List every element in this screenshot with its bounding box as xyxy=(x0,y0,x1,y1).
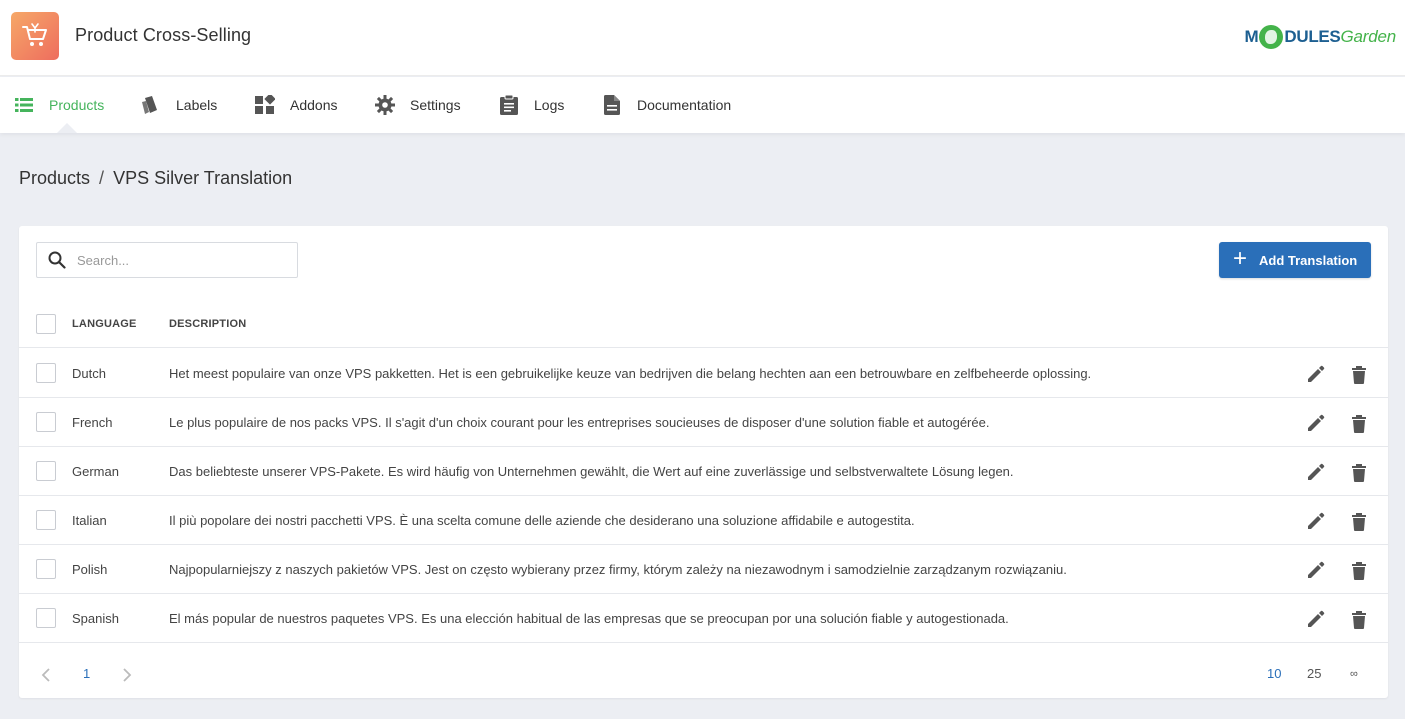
translations-card: + Add Translation LANGUAGE DESCRIPTION D… xyxy=(19,226,1388,698)
edit-icon[interactable] xyxy=(1305,363,1327,385)
tags-icon xyxy=(140,94,162,116)
breadcrumb-current: VPS Silver Translation xyxy=(113,168,293,188)
page-size-10[interactable]: 10 xyxy=(1267,666,1281,681)
row-description: Het meest populaire van onze VPS pakkett… xyxy=(169,366,1092,381)
row-checkbox[interactable] xyxy=(36,559,56,579)
list-icon xyxy=(13,94,35,116)
row-language: Dutch xyxy=(72,366,106,381)
chevron-left-icon[interactable] xyxy=(41,668,51,685)
top-bar: Product Cross-Selling M DULES Garden xyxy=(0,0,1405,76)
row-language: Polish xyxy=(72,562,108,577)
row-checkbox[interactable] xyxy=(36,608,56,628)
trash-icon[interactable] xyxy=(1348,559,1370,581)
select-all-checkbox[interactable] xyxy=(36,314,56,334)
trash-icon[interactable] xyxy=(1348,412,1370,434)
nav-item-logs[interactable]: Logs xyxy=(498,77,564,133)
edit-icon[interactable] xyxy=(1305,559,1327,581)
row-checkbox[interactable] xyxy=(36,363,56,383)
table-row: Italian Il più popolare dei nostri pacch… xyxy=(19,496,1388,545)
nav-label-addons: Addons xyxy=(290,97,338,113)
main-nav: Products Labels Addons Settings Logs Doc… xyxy=(0,77,1405,133)
trash-icon[interactable] xyxy=(1348,608,1370,630)
nav-item-addons[interactable]: Addons xyxy=(254,77,337,133)
edit-icon[interactable] xyxy=(1305,412,1327,434)
search-input[interactable] xyxy=(77,252,277,268)
table-row: German Das beliebteste unserer VPS-Paket… xyxy=(19,447,1388,496)
nav-item-labels[interactable]: Labels xyxy=(140,77,217,133)
breadcrumb-parent[interactable]: Products xyxy=(19,168,90,189)
edit-icon[interactable] xyxy=(1305,608,1327,630)
column-header-description[interactable]: DESCRIPTION xyxy=(169,318,246,330)
row-language: Spanish xyxy=(72,611,119,626)
cart-logo-icon xyxy=(11,12,59,60)
table-row: French Le plus populaire de nos packs VP… xyxy=(19,398,1388,447)
nav-label-labels: Labels xyxy=(176,97,218,113)
add-translation-label: Add Translation xyxy=(1259,252,1358,268)
row-description: El más popular de nuestros paquetes VPS.… xyxy=(169,611,1009,626)
table-footer: 1 10 25 ∞ xyxy=(19,654,1388,698)
nav-label-logs: Logs xyxy=(534,97,565,113)
chevron-right-icon[interactable] xyxy=(122,668,132,685)
row-language: German xyxy=(72,464,119,479)
active-tab-indicator xyxy=(57,123,77,133)
modulesgarden-logo: M DULES Garden xyxy=(1244,22,1396,52)
nav-label-products: Products xyxy=(49,97,105,113)
column-header-language[interactable]: LANGUAGE xyxy=(72,318,137,330)
app-title: Product Cross-Selling xyxy=(75,25,252,45)
globe-icon xyxy=(1259,25,1284,49)
row-description: Najpopularniejszy z naszych pakietów VPS… xyxy=(169,562,1067,577)
search-box[interactable] xyxy=(36,242,298,278)
edit-icon[interactable] xyxy=(1305,461,1327,483)
nav-item-documentation[interactable]: Documentation xyxy=(601,77,731,133)
edit-icon[interactable] xyxy=(1305,510,1327,532)
search-icon xyxy=(37,242,77,278)
table-header: LANGUAGE DESCRIPTION xyxy=(19,304,1388,348)
row-description: Il più popolare dei nostri pacchetti VPS… xyxy=(169,513,915,528)
trash-icon[interactable] xyxy=(1348,510,1370,532)
trash-icon[interactable] xyxy=(1348,363,1370,385)
row-description: Le plus populaire de nos packs VPS. Il s… xyxy=(169,415,990,430)
table-row: Spanish El más popular de nuestros paque… xyxy=(19,594,1388,643)
row-language: Italian xyxy=(72,513,107,528)
trash-icon[interactable] xyxy=(1348,461,1370,483)
table-row: Dutch Het meest populaire van onze VPS p… xyxy=(19,349,1388,398)
gear-icon xyxy=(374,94,396,116)
clipboard-icon xyxy=(498,94,520,116)
breadcrumb-separator: / xyxy=(99,168,105,188)
row-checkbox[interactable] xyxy=(36,412,56,432)
document-icon xyxy=(601,94,623,116)
row-description: Das beliebteste unserer VPS-Pakete. Es w… xyxy=(169,464,1014,479)
row-checkbox[interactable] xyxy=(36,510,56,530)
nav-label-documentation: Documentation xyxy=(637,97,732,113)
row-language: French xyxy=(72,415,113,430)
plus-icon: + xyxy=(1233,245,1248,272)
page-size-all[interactable]: ∞ xyxy=(1350,668,1358,680)
nav-label-settings: Settings xyxy=(410,97,461,113)
nav-item-settings[interactable]: Settings xyxy=(374,77,461,133)
breadcrumb: Products / VPS Silver Translation xyxy=(19,168,292,189)
add-translation-button[interactable]: + Add Translation xyxy=(1219,242,1371,278)
widgets-icon xyxy=(254,94,276,116)
page-number-current[interactable]: 1 xyxy=(83,666,90,681)
table-row: Polish Najpopularniejszy z naszych pakie… xyxy=(19,545,1388,594)
row-checkbox[interactable] xyxy=(36,461,56,481)
page-size-25[interactable]: 25 xyxy=(1307,666,1321,681)
